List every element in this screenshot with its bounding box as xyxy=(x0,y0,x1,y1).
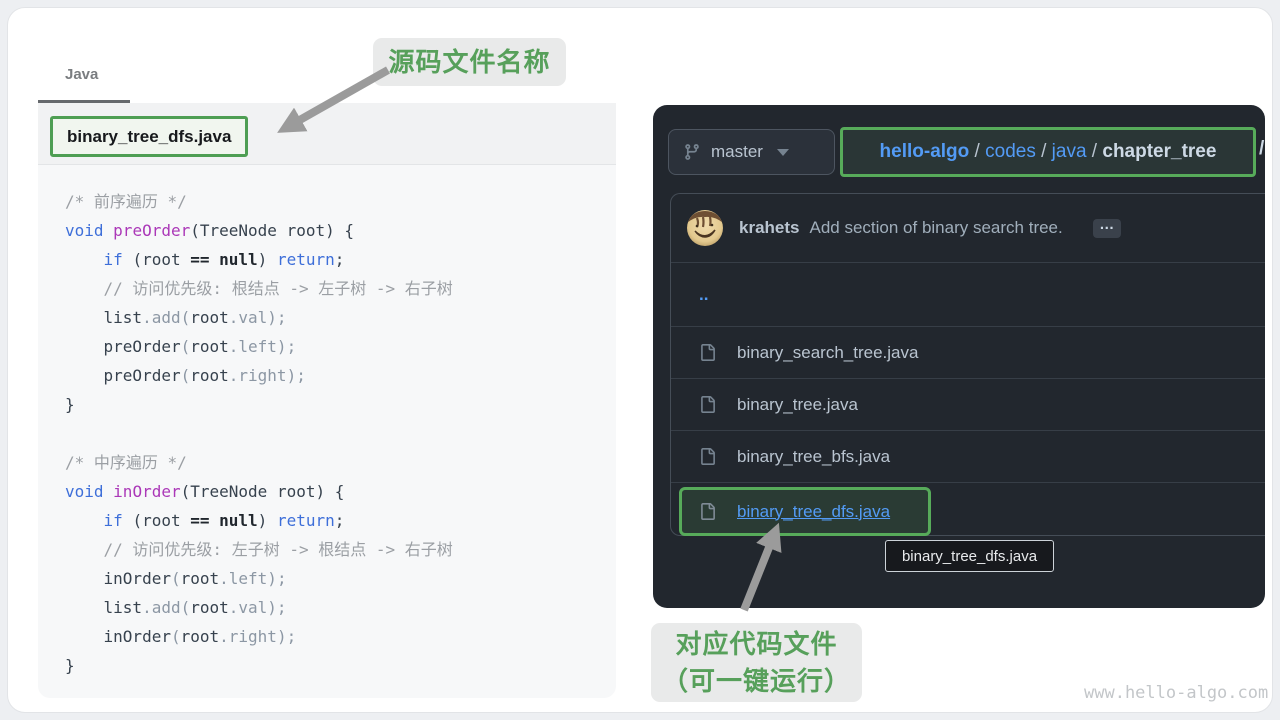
parent-directory-link: .. xyxy=(699,285,708,305)
code-panel: /* 前序遍历 */void preOrder(TreeNode root) {… xyxy=(38,165,616,698)
code-line: inOrder(root.right); xyxy=(65,622,616,651)
code-line: preOrder(root.right); xyxy=(65,361,616,390)
latest-commit-row: krahets Add section of binary search tre… xyxy=(671,194,1265,263)
file-row[interactable]: binary_tree.java xyxy=(671,379,1265,431)
avatar[interactable] xyxy=(687,210,723,246)
commit-kebab-button[interactable]: … xyxy=(1093,219,1121,238)
repo-browser-panel: master hello-algo / codes / java / chapt… xyxy=(653,105,1265,608)
commit-message[interactable]: Add section of binary search tree. xyxy=(809,218,1062,238)
code-line: /* 前序遍历 */ xyxy=(65,187,616,216)
code-line: // 访问优先级: 左子树 -> 根结点 -> 右子树 xyxy=(65,535,616,564)
file-name[interactable]: binary_tree.java xyxy=(737,395,858,415)
file-row-highlighted[interactable]: binary_tree_dfs.java xyxy=(671,483,1265,537)
breadcrumb-separator: / xyxy=(1087,141,1103,163)
breadcrumb-codes-link[interactable]: codes xyxy=(985,141,1036,163)
code-line: } xyxy=(65,651,616,680)
git-branch-icon xyxy=(683,143,701,161)
breadcrumb-separator: / xyxy=(1036,141,1052,163)
code-block: /* 前序遍历 */void preOrder(TreeNode root) {… xyxy=(65,187,616,680)
code-line xyxy=(65,419,616,448)
code-line: /* 中序遍历 */ xyxy=(65,448,616,477)
annotation-text: 源码文件名称 xyxy=(388,44,550,81)
file-table: krahets Add section of binary search tre… xyxy=(670,193,1265,536)
code-line: // 访问优先级: 根结点 -> 左子树 -> 右子树 xyxy=(65,274,616,303)
breadcrumb-separator: / xyxy=(969,141,985,163)
source-filename-box: binary_tree_dfs.java xyxy=(50,116,248,157)
breadcrumb-current-dir: chapter_tree xyxy=(1102,141,1216,163)
annotation-text: （可一键运行） xyxy=(662,663,851,700)
highlighted-file-box[interactable]: binary_tree_dfs.java xyxy=(679,487,931,536)
breadcrumb-trailing-slash: / xyxy=(1259,138,1264,160)
annotation-text: 对应代码文件 xyxy=(675,626,837,663)
file-name[interactable]: binary_tree_bfs.java xyxy=(737,447,890,467)
breadcrumb: hello-algo / codes / java / chapter_tree xyxy=(840,127,1256,177)
file-row[interactable]: binary_tree_bfs.java xyxy=(671,431,1265,483)
file-icon xyxy=(699,448,716,465)
breadcrumb-java-link[interactable]: java xyxy=(1052,141,1087,163)
chevron-down-icon xyxy=(777,149,789,156)
file-icon xyxy=(699,503,716,520)
watermark: www.hello-algo.com xyxy=(1084,683,1268,703)
branch-name: master xyxy=(711,142,763,162)
file-icon xyxy=(699,396,716,413)
source-filename: binary_tree_dfs.java xyxy=(67,127,231,147)
highlighted-file-link[interactable]: binary_tree_dfs.java xyxy=(737,502,890,522)
code-line: void preOrder(TreeNode root) { xyxy=(65,216,616,245)
file-row[interactable]: binary_search_tree.java xyxy=(671,327,1265,379)
code-line: } xyxy=(65,390,616,419)
code-line: list.add(root.val); xyxy=(65,593,616,622)
annotation-source-filename: 源码文件名称 xyxy=(373,38,566,86)
code-line: list.add(root.val); xyxy=(65,303,616,332)
parent-directory-row[interactable]: .. xyxy=(671,263,1265,327)
tooltip-text: binary_tree_dfs.java xyxy=(902,548,1037,565)
figure-card: Java binary_tree_dfs.java /* 前序遍历 */void… xyxy=(7,7,1273,713)
code-line: preOrder(root.left); xyxy=(65,332,616,361)
filename-tooltip: binary_tree_dfs.java xyxy=(885,540,1054,572)
editor-titlebar: binary_tree_dfs.java xyxy=(38,103,616,165)
code-line: inOrder(root.left); xyxy=(65,564,616,593)
file-icon xyxy=(699,344,716,361)
branch-selector-button[interactable]: master xyxy=(668,129,835,175)
annotation-code-file: 对应代码文件 （可一键运行） xyxy=(651,623,862,702)
code-line: if (root == null) return; xyxy=(65,506,616,535)
breadcrumb-repo-link[interactable]: hello-algo xyxy=(880,141,970,163)
code-line: void inOrder(TreeNode root) { xyxy=(65,477,616,506)
code-line: if (root == null) return; xyxy=(65,245,616,274)
commit-author[interactable]: krahets xyxy=(739,218,799,238)
file-name[interactable]: binary_search_tree.java xyxy=(737,343,918,363)
tab-java[interactable]: Java xyxy=(65,66,98,83)
